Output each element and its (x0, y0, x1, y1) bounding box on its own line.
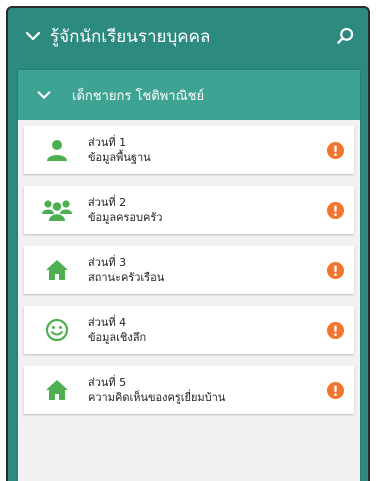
student-name: เด็กชายกร โชติพาณิชย์ (72, 88, 205, 104)
section-desc: ข้อมูลครอบครัว (88, 211, 163, 224)
section-item-3[interactable]: ส่วนที่ 3 สถานะครัวเรือน (24, 246, 354, 294)
chevron-down-icon[interactable] (36, 87, 52, 103)
search-icon[interactable] (334, 25, 356, 47)
section-label: ส่วนที่ 1 (88, 136, 127, 149)
section-desc: ข้อมูลเชิงลึก (88, 331, 147, 344)
section-label: ส่วนที่ 2 (88, 196, 127, 209)
alert-icon (327, 201, 344, 219)
section-item-1[interactable]: ส่วนที่ 1 ข้อมูลพื้นฐาน (24, 126, 354, 174)
student-header[interactable]: เด็กชายกร โชติพาณิชย์ (18, 70, 360, 120)
section-list: ส่วนที่ 1 ข้อมูลพื้นฐาน ส่วนที่ 2 ข้อมูล… (18, 120, 360, 414)
section-label: ส่วนที่ 5 (88, 376, 127, 389)
student-panel: เด็กชายกร โชติพาณิชย์ ส่วนที่ 1 ข้อมูลพื… (18, 70, 360, 481)
section-desc: สถานะครัวเรือน (88, 271, 165, 284)
alert-icon (327, 261, 344, 279)
section-item-2[interactable]: ส่วนที่ 2 ข้อมูลครอบครัว (24, 186, 354, 234)
alert-icon (327, 381, 344, 399)
section-label: ส่วนที่ 3 (88, 256, 127, 269)
section-label: ส่วนที่ 4 (88, 316, 127, 329)
section-item-4[interactable]: ส่วนที่ 4 ข้อมูลเชิงลึก (24, 306, 354, 354)
app-bar: รู้จักนักเรียนรายบุคคล (8, 8, 368, 64)
alert-icon (327, 321, 344, 339)
home-icon (42, 256, 72, 284)
section-desc: ข้อมูลพื้นฐาน (88, 151, 151, 164)
person-icon (42, 136, 72, 164)
home-icon (42, 376, 72, 404)
section-item-5[interactable]: ส่วนที่ 5 ความคิดเห็นของครูเยี่ยมบ้าน (24, 366, 354, 414)
chevron-down-icon[interactable] (24, 27, 42, 45)
phone-frame: รู้จักนักเรียนรายบุคคล เด็กชายกร โชติพาณ… (6, 6, 370, 481)
section-desc: ความคิดเห็นของครูเยี่ยมบ้าน (88, 391, 226, 404)
alert-icon (327, 141, 344, 159)
app-title: รู้จักนักเรียนรายบุคคล (50, 26, 211, 47)
smiley-icon (42, 316, 72, 344)
family-icon (42, 196, 72, 224)
